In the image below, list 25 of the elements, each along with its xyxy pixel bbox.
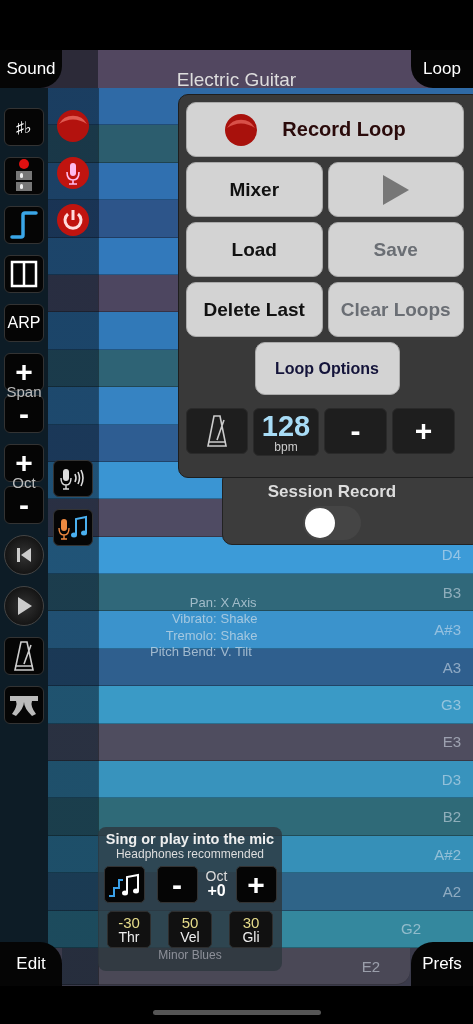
hint-label: Pan: xyxy=(188,595,217,612)
instrument-title: Electric Guitar xyxy=(176,69,297,91)
note-label: B2 xyxy=(442,808,462,826)
session-record-label: Session Record xyxy=(267,482,397,502)
mic-panel-subtitle: Headphones recommended xyxy=(115,847,265,861)
note-label: D3 xyxy=(441,770,462,788)
scale-name: Minor Blues xyxy=(158,949,222,961)
note-label: A3 xyxy=(442,658,462,676)
note-label: D4 xyxy=(441,546,462,564)
hint-value: Shake xyxy=(220,627,258,645)
note-label: A#2 xyxy=(434,845,462,863)
note-label: G3 xyxy=(441,695,462,713)
note-label: A#3 xyxy=(434,621,462,639)
note-label: G2 xyxy=(401,920,421,938)
hint-label: Tremolo: xyxy=(164,627,217,645)
hint-value: Shake xyxy=(220,611,258,628)
octave-label: Oct xyxy=(205,868,228,884)
hint-label: Vibrato: xyxy=(170,611,217,628)
tempo-display: 128 bpm xyxy=(253,408,319,456)
hint-value: X Axis xyxy=(220,595,258,612)
octave-value: +0 xyxy=(207,883,226,901)
note-label: E3 xyxy=(442,733,462,751)
note-label: E2 xyxy=(361,957,380,975)
note-label: B3 xyxy=(442,583,462,601)
note-label: A2 xyxy=(442,882,462,900)
